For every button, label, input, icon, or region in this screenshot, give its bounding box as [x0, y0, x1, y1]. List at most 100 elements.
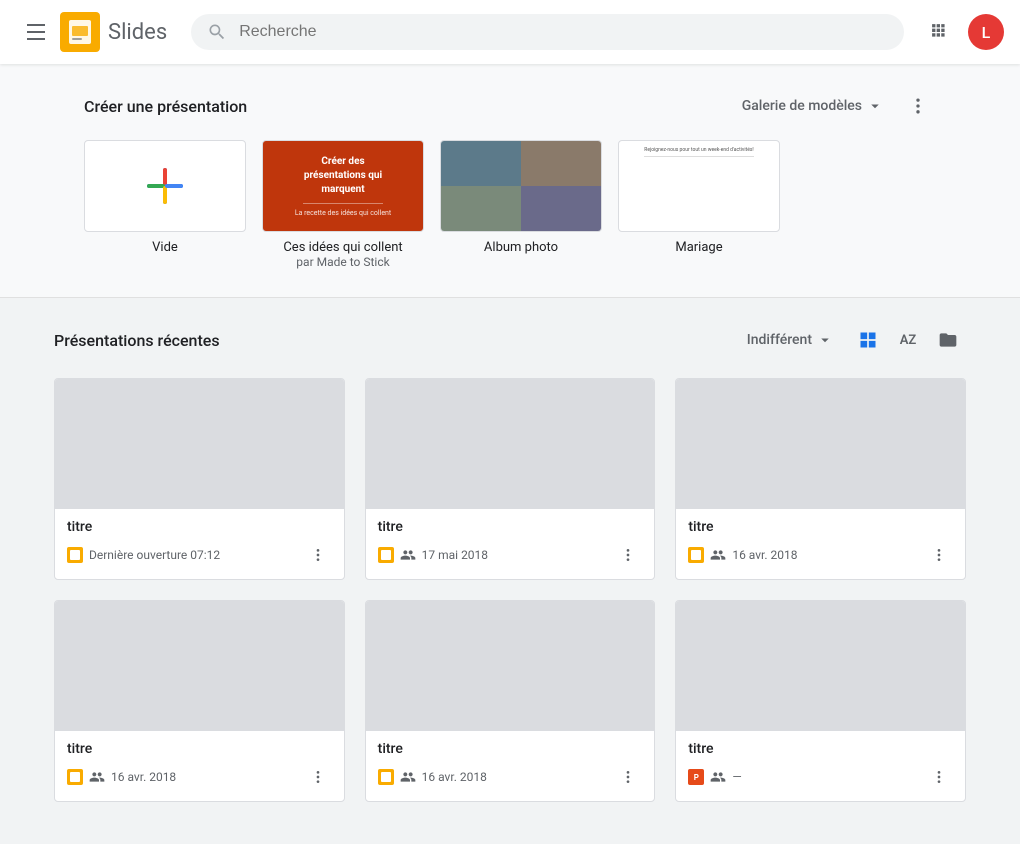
search-bar[interactable] [191, 14, 904, 50]
people-icon-4 [89, 769, 105, 785]
az-sort-button[interactable]: AZ [890, 322, 926, 358]
pres-meta-3: 16 avr. 2018 [688, 541, 953, 569]
pres-date-4: 16 avr. 2018 [111, 770, 298, 784]
more-icon-4 [310, 769, 326, 785]
search-input[interactable] [239, 23, 888, 41]
more-icon-5 [620, 769, 636, 785]
header: Slides L [0, 0, 1020, 64]
pres-title-6: titre [688, 741, 953, 757]
pres-card-1[interactable]: titre Dernière ouverture 07:12 [54, 378, 345, 580]
pres-title-3: titre [688, 519, 953, 535]
template-mariage[interactable]: Rejoignez-nous pour tout un week-end d'a… [618, 140, 780, 269]
menu-button[interactable] [16, 12, 56, 52]
pres-more-5[interactable] [614, 763, 642, 791]
az-icon: AZ [900, 333, 917, 348]
template-blank-thumb [84, 140, 246, 232]
slides-icon-5 [378, 769, 394, 785]
recent-controls: Indifférent AZ [747, 322, 966, 358]
template-made-to-stick[interactable]: Créer desprésentations quimarquent La re… [262, 140, 424, 269]
header-actions: L [920, 12, 1004, 52]
more-options-button[interactable] [900, 88, 936, 124]
folder-view-button[interactable] [930, 322, 966, 358]
filter-label: Indifférent [747, 332, 812, 348]
pres-date-2: 17 mai 2018 [422, 548, 609, 562]
pres-more-6[interactable] [925, 763, 953, 791]
recent-title: Présentations récentes [54, 331, 747, 350]
more-icon-3 [931, 547, 947, 563]
filter-button[interactable]: Indifférent [747, 331, 834, 349]
pres-date-5: 16 avr. 2018 [422, 770, 609, 784]
pres-card-4[interactable]: titre 16 avr. 2018 [54, 600, 345, 802]
template-made-to-stick-sublabel: par Made to Stick [262, 255, 424, 269]
recent-header: Présentations récentes Indifférent AZ [54, 322, 966, 358]
chevron-icon [866, 97, 884, 115]
pres-info-6: titre P — [676, 731, 965, 801]
template-blank[interactable]: Vide [84, 140, 246, 269]
pres-meta-6: P — [688, 763, 953, 791]
create-title: Créer une présentation [84, 97, 247, 116]
pres-info-1: titre Dernière ouverture 07:12 [55, 509, 344, 579]
pres-meta-2: 17 mai 2018 [378, 541, 643, 569]
template-album-photo[interactable]: Album photo [440, 140, 602, 269]
filter-chevron-icon [816, 331, 834, 349]
more-icon-1 [310, 547, 326, 563]
pres-card-6[interactable]: titre P — [675, 600, 966, 802]
pres-title-4: titre [67, 741, 332, 757]
template-album-photo-label: Album photo [440, 240, 602, 255]
search-icon [207, 22, 227, 42]
pres-card-3[interactable]: titre 16 avr. 2018 [675, 378, 966, 580]
avatar[interactable]: L [968, 14, 1004, 50]
pres-title-1: titre [67, 519, 332, 535]
pres-title-2: titre [378, 519, 643, 535]
mariage-header-text: Rejoignez-nous pour tout un week-end d'a… [644, 147, 753, 157]
more-icon-6 [931, 769, 947, 785]
pres-info-4: titre 16 avr. 2018 [55, 731, 344, 801]
pres-thumb-3 [676, 379, 965, 509]
people-icon-2 [400, 547, 416, 563]
pres-meta-5: 16 avr. 2018 [378, 763, 643, 791]
pres-info-2: titre 17 mai 2018 [366, 509, 655, 579]
pres-date-1: Dernière ouverture 07:12 [89, 548, 298, 562]
more-icon-2 [620, 547, 636, 563]
pres-card-5[interactable]: titre 16 avr. 2018 [365, 600, 656, 802]
grid-view-icon [858, 330, 878, 350]
pres-date-6: — [732, 770, 919, 784]
template-blank-label: Vide [84, 240, 246, 255]
presentations-grid: titre Dernière ouverture 07:12 [54, 378, 966, 802]
apps-button[interactable] [920, 12, 960, 52]
ppt-icon-6: P [688, 769, 704, 785]
slides-icon-2 [378, 547, 394, 563]
template-album-photo-thumb [440, 140, 602, 232]
recent-section: Présentations récentes Indifférent AZ [30, 298, 990, 826]
template-header-right: Galerie de modèles [742, 88, 936, 124]
app-logo[interactable]: Slides [60, 12, 167, 52]
template-header: Créer une présentation Galerie de modèle… [84, 88, 936, 124]
orange-title: Créer desprésentations quimarquent [304, 155, 382, 197]
pres-more-3[interactable] [925, 541, 953, 569]
more-vertical-icon [908, 96, 928, 116]
grid-view-button[interactable] [850, 322, 886, 358]
slides-icon-4 [67, 769, 83, 785]
pres-thumb-2 [366, 379, 655, 509]
orange-subtitle: La recette des idées qui collent [295, 209, 391, 217]
slides-icon-1 [67, 547, 83, 563]
template-mariage-label: Mariage [618, 240, 780, 255]
pres-card-2[interactable]: titre 17 mai 2018 [365, 378, 656, 580]
pres-more-1[interactable] [304, 541, 332, 569]
pres-info-3: titre 16 avr. 2018 [676, 509, 965, 579]
people-icon-3 [710, 547, 726, 563]
people-icon-6 [710, 769, 726, 785]
pres-info-5: titre 16 avr. 2018 [366, 731, 655, 801]
gallery-button[interactable]: Galerie de modèles [742, 97, 884, 115]
app-name: Slides [108, 20, 167, 45]
pres-more-2[interactable] [614, 541, 642, 569]
pres-more-4[interactable] [304, 763, 332, 791]
folder-icon [938, 330, 958, 350]
people-icon-5 [400, 769, 416, 785]
pres-title-5: titre [378, 741, 643, 757]
slides-logo-icon [60, 12, 100, 52]
slides-icon-3 [688, 547, 704, 563]
templates-grid: Vide Créer desprésentations quimarquent … [84, 140, 936, 269]
pres-thumb-6 [676, 601, 965, 731]
view-icons: AZ [850, 322, 966, 358]
